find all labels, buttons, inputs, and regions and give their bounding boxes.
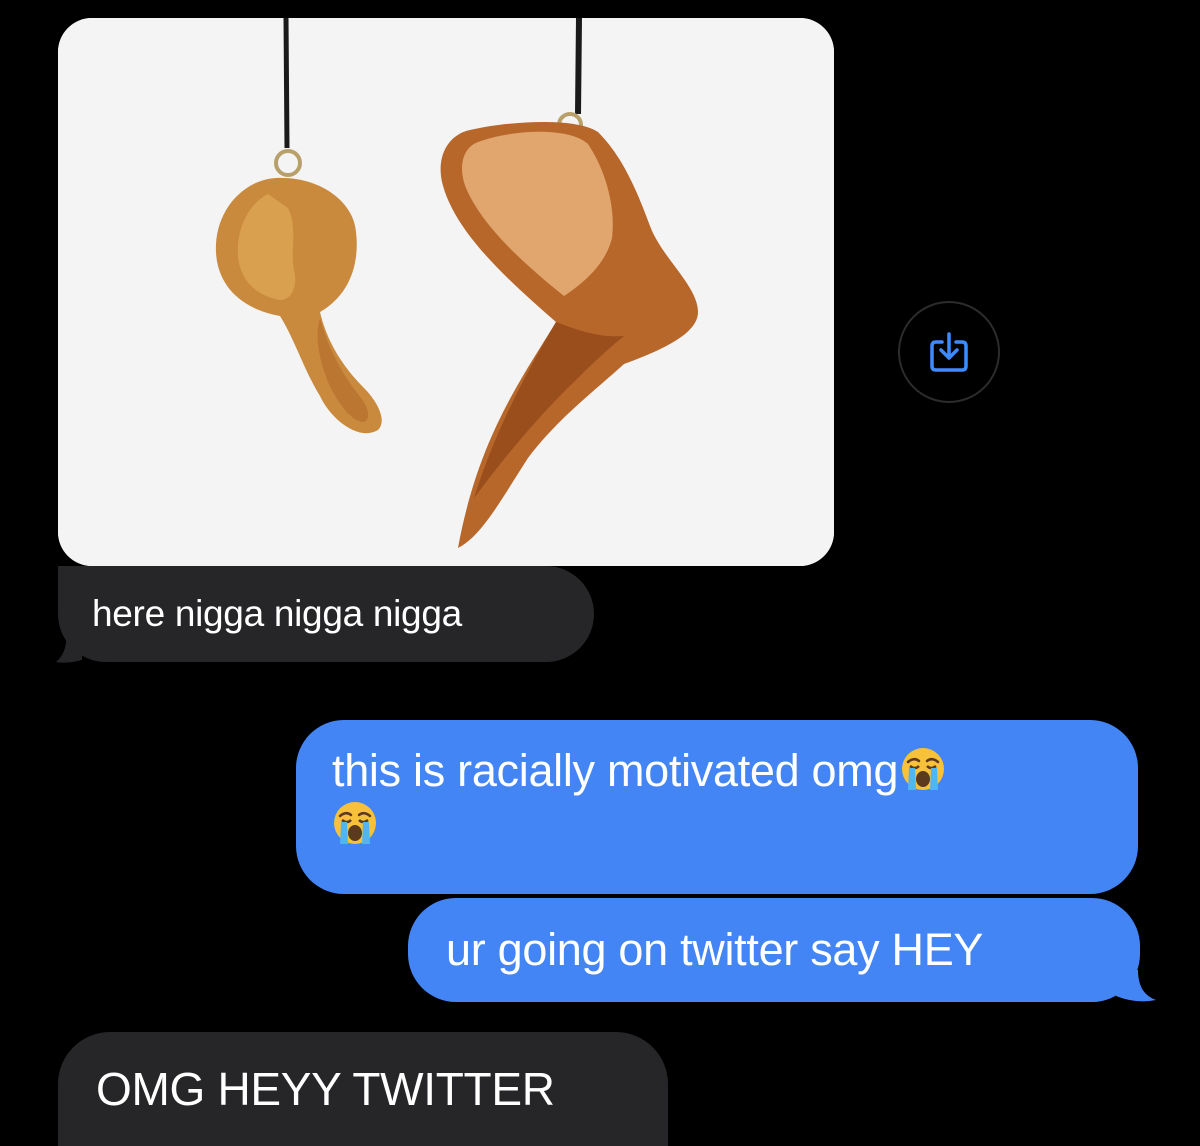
message-text: ur going on twitter say HEY — [446, 924, 984, 975]
message-text: this is racially motivated omg — [332, 745, 899, 796]
save-download-icon — [930, 332, 968, 372]
photo-attachment[interactable] — [58, 18, 834, 566]
received-message-bubble[interactable]: here nigga nigga nigga — [58, 566, 594, 662]
sent-message-bubble[interactable]: ur going on twitter say HEY — [408, 898, 1140, 1002]
bubble-tail — [56, 632, 82, 663]
message-text: here nigga nigga nigga — [92, 593, 462, 634]
received-message-bubble[interactable]: OMG HEYY TWITTER — [58, 1032, 668, 1146]
message-text: OMG HEYY TWITTER — [96, 1063, 555, 1115]
chicken-keychain-photo — [58, 18, 834, 566]
sent-message-bubble[interactable]: this is racially motivated omg — [296, 720, 1138, 894]
bubble-tail — [1116, 970, 1156, 1002]
save-attachment-button[interactable] — [898, 301, 1000, 403]
loudly-crying-face-icon — [332, 800, 378, 846]
message-thread: here nigga nigga nigga this is racially … — [0, 0, 1200, 1146]
loudly-crying-face-icon — [900, 746, 946, 792]
